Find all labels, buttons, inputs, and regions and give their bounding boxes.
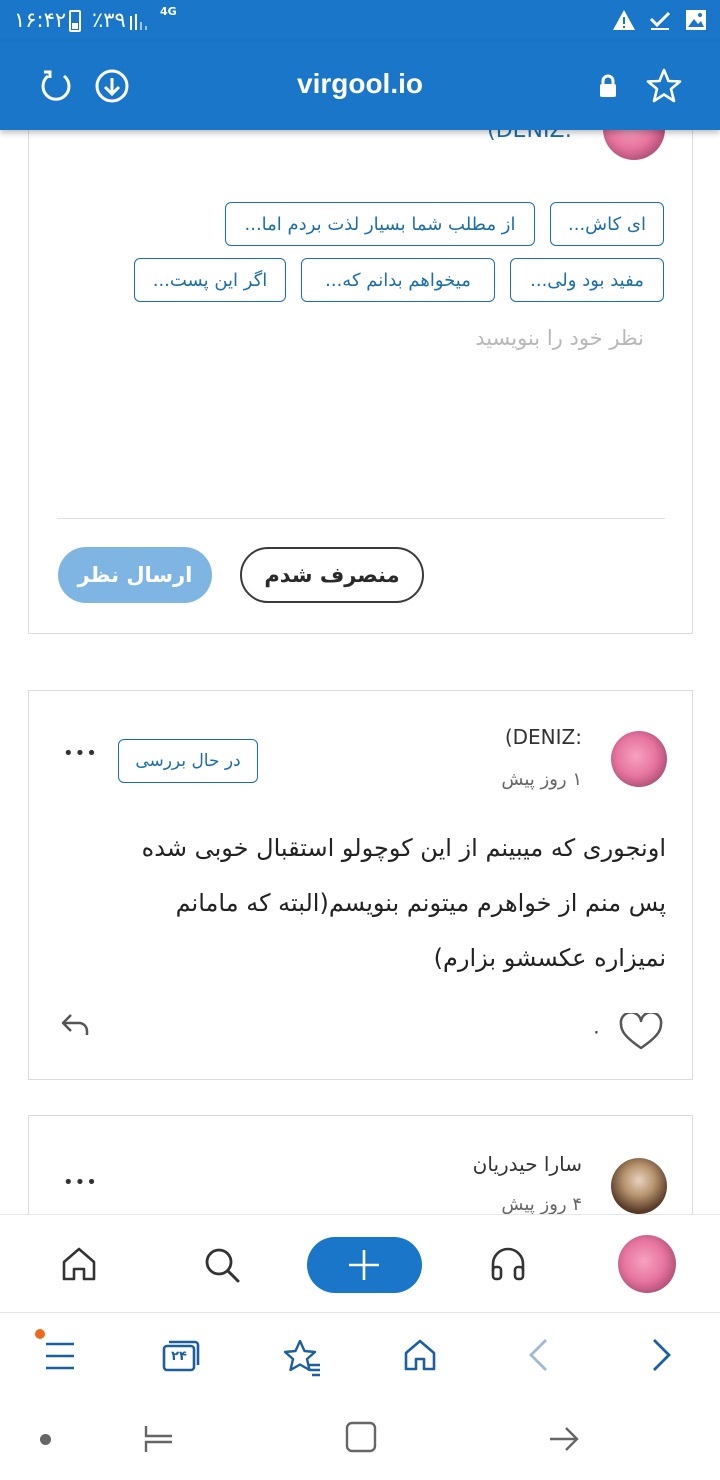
image-icon xyxy=(686,10,706,30)
cancel-button[interactable]: منصرف شدم xyxy=(240,547,424,603)
comment-form-card: :DENIZ) ای کاش... از مطلب شما بسیار لذت … xyxy=(28,98,693,634)
comment-line: نمیزاره عکسشو بزارم) xyxy=(433,944,666,972)
back-arrow-icon[interactable] xyxy=(526,1337,550,1373)
more-options-icon[interactable]: ••• xyxy=(63,743,98,764)
new-post-button[interactable] xyxy=(307,1237,422,1293)
suggestion-chip[interactable]: میخواهم بدانم که... xyxy=(301,258,495,302)
home-icon[interactable] xyxy=(60,1245,98,1283)
profile-avatar[interactable] xyxy=(618,1235,676,1293)
reply-icon[interactable] xyxy=(59,1011,91,1039)
submit-comment-button[interactable]: ارسال نظر xyxy=(58,547,212,603)
download-done-icon xyxy=(649,11,671,30)
forward-arrow-icon[interactable] xyxy=(650,1337,674,1373)
tabs-count: ۲۴ xyxy=(171,1349,187,1364)
browser-home-icon[interactable] xyxy=(402,1337,438,1373)
warning-icon xyxy=(613,10,635,30)
signal-icon xyxy=(130,14,147,30)
suggestion-chip[interactable]: مفید بود ولی... xyxy=(510,258,664,302)
favorites-star-icon[interactable] xyxy=(282,1337,322,1377)
comment-card: :DENIZ) ۱ روز پیش در حال بررسی ••• اونجو… xyxy=(28,690,693,1080)
notification-dot xyxy=(35,1329,45,1339)
comment-time: ۱ روز پیش xyxy=(501,769,582,790)
avatar[interactable] xyxy=(611,731,667,787)
suggestion-chip[interactable]: ای کاش... xyxy=(550,202,664,246)
avatar[interactable] xyxy=(611,1158,667,1214)
status-badge: در حال بررسی xyxy=(118,739,258,783)
network-type: 4G xyxy=(160,5,177,18)
lock-icon xyxy=(600,74,616,97)
system-nav-bar xyxy=(0,1402,720,1480)
home-button-icon[interactable] xyxy=(344,1420,378,1454)
suggestion-chip[interactable]: از مطلب شما بسیار لذت بردم اما... xyxy=(225,202,535,246)
menu-icon[interactable] xyxy=(44,1341,76,1371)
like-heart-icon[interactable] xyxy=(619,1013,663,1051)
more-options-icon[interactable]: ••• xyxy=(63,1172,98,1193)
headphones-icon[interactable] xyxy=(489,1245,527,1283)
comment-time: ۴ روز پیش xyxy=(501,1194,582,1215)
battery-percent: ٪۳۹ xyxy=(92,8,126,32)
battery-icon xyxy=(69,10,81,32)
browser-url-bar: virgool.io xyxy=(0,42,720,130)
status-time: ۱۶:۴۲ xyxy=(14,8,67,32)
comment-author[interactable]: :DENIZ) xyxy=(505,725,582,749)
comment-input[interactable]: نظر خود را بنویسید xyxy=(475,326,644,350)
comment-line: پس منم از خواهرم میتونم بنویسم(البته که … xyxy=(175,889,666,917)
input-divider xyxy=(57,518,665,519)
recent-apps-icon[interactable] xyxy=(142,1422,176,1456)
search-icon[interactable] xyxy=(202,1245,242,1285)
comment-author[interactable]: سارا حیدریان xyxy=(473,1152,582,1176)
comment-line: اونجوری که میبینم از این کوچولو استقبال … xyxy=(141,834,666,862)
comment-body: اونجوری که میبینم از این کوچولو استقبال … xyxy=(46,821,666,986)
comment-card: سارا حیدریان ۴ روز پیش ••• xyxy=(28,1115,693,1225)
browser-nav-bar: ۲۴ xyxy=(0,1312,720,1402)
suggestion-chip[interactable]: اگر این پست... xyxy=(134,258,286,302)
status-bar: ۱۶:۴۲ ٪۳۹ 4G xyxy=(0,0,720,42)
app-bottom-nav xyxy=(0,1214,720,1312)
like-count: ۰ xyxy=(591,1019,602,1043)
back-button-icon[interactable] xyxy=(546,1422,580,1456)
bookmark-star-icon[interactable] xyxy=(644,66,684,106)
plus-icon xyxy=(349,1250,379,1280)
assistant-dot-icon[interactable] xyxy=(40,1434,51,1445)
